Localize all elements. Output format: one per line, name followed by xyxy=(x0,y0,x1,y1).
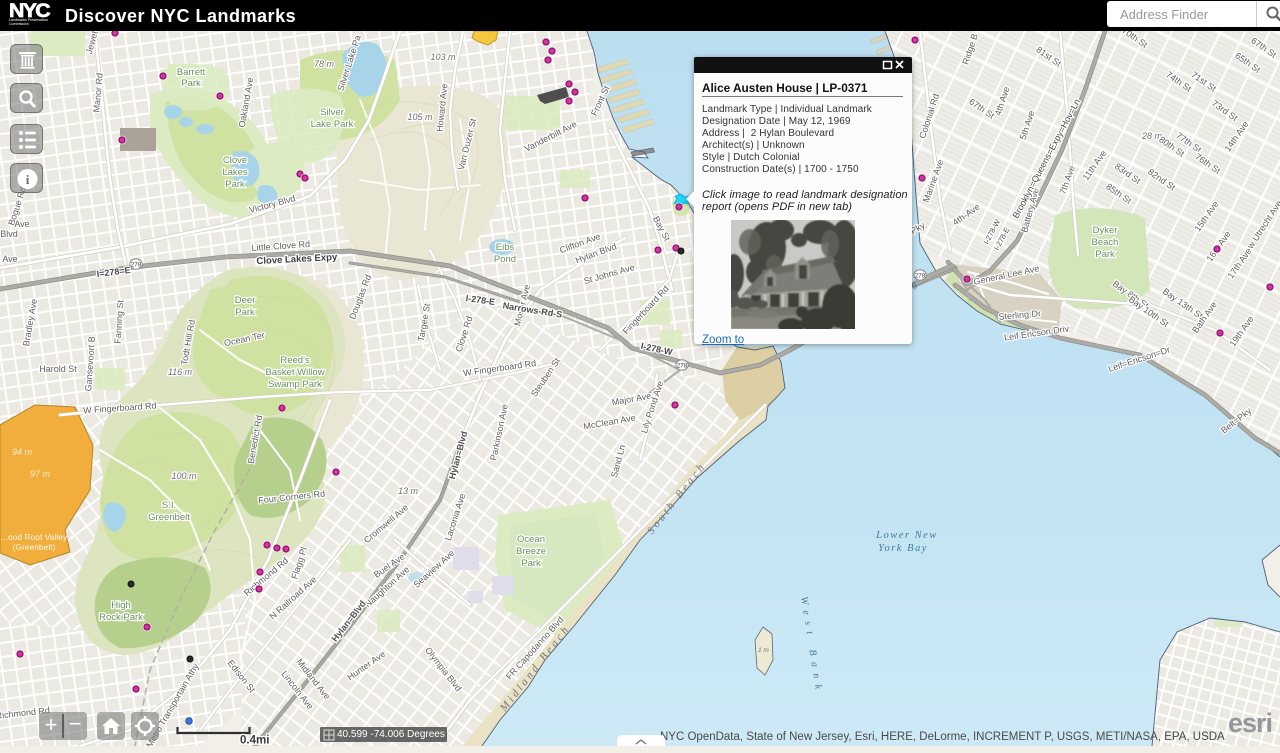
svg-text:Silver: Silver xyxy=(320,107,344,118)
svg-text:Greenbelt: Greenbelt xyxy=(148,512,190,523)
svg-text:13 m: 13 m xyxy=(398,486,419,496)
svg-text:278: 278 xyxy=(131,261,142,268)
svg-text:Deer: Deer xyxy=(235,295,256,306)
svg-text:116 m: 116 m xyxy=(168,367,193,377)
svg-text:0.4mi: 0.4mi xyxy=(240,735,269,747)
svg-text:Ave: Ave xyxy=(2,254,17,264)
svg-text:278: 278 xyxy=(915,272,926,279)
svg-text:Blvd: Blvd xyxy=(0,229,18,239)
svg-text:Lake Park: Lake Park xyxy=(311,119,354,130)
svg-text:Park: Park xyxy=(225,179,245,190)
svg-text:Breeze: Breeze xyxy=(516,546,546,557)
svg-text:Ave: Ave xyxy=(14,219,29,229)
svg-text:Pond: Pond xyxy=(494,254,516,265)
svg-text:S.I.: S.I. xyxy=(162,500,176,511)
svg-text:100 m: 100 m xyxy=(171,471,197,481)
svg-text:Harold St: Harold St xyxy=(39,364,77,374)
svg-text:Swamp Park: Swamp Park xyxy=(268,379,322,390)
svg-text:Basket Willow: Basket Willow xyxy=(265,367,324,378)
svg-text:Eibs: Eibs xyxy=(496,242,515,253)
svg-text:Beach: Beach xyxy=(1092,237,1119,248)
svg-text:Park: Park xyxy=(1095,249,1115,260)
svg-text:High: High xyxy=(111,600,131,611)
svg-text:Reed's: Reed's xyxy=(280,355,310,366)
svg-text:1 m: 1 m xyxy=(758,647,769,654)
svg-text:Ocean: Ocean xyxy=(517,534,545,545)
svg-text:94 m: 94 m xyxy=(12,447,33,457)
svg-text:Rock Park: Rock Park xyxy=(99,612,143,623)
svg-text:97 m: 97 m xyxy=(30,469,51,479)
svg-text:103 m: 103 m xyxy=(430,52,456,62)
svg-text:i: i xyxy=(26,172,30,187)
svg-text:Barrett: Barrett xyxy=(177,67,206,78)
svg-text:York Bay: York Bay xyxy=(878,543,928,554)
svg-text:(Greenbelt): (Greenbelt) xyxy=(13,542,56,552)
svg-text:Park: Park xyxy=(521,558,541,569)
svg-text:Park: Park xyxy=(181,78,201,89)
svg-text:Lakes: Lakes xyxy=(222,167,248,178)
svg-text:105 m: 105 m xyxy=(407,112,433,122)
svg-text:Dyker: Dyker xyxy=(1093,225,1118,236)
svg-text:Park: Park xyxy=(235,307,255,318)
svg-text:...ood Root Valley: ...ood Root Valley xyxy=(1,532,68,542)
svg-text:78 m: 78 m xyxy=(314,59,335,69)
svg-text:278: 278 xyxy=(677,362,688,369)
svg-text:Lower New: Lower New xyxy=(875,530,938,541)
svg-text:Clove: Clove xyxy=(223,155,247,166)
